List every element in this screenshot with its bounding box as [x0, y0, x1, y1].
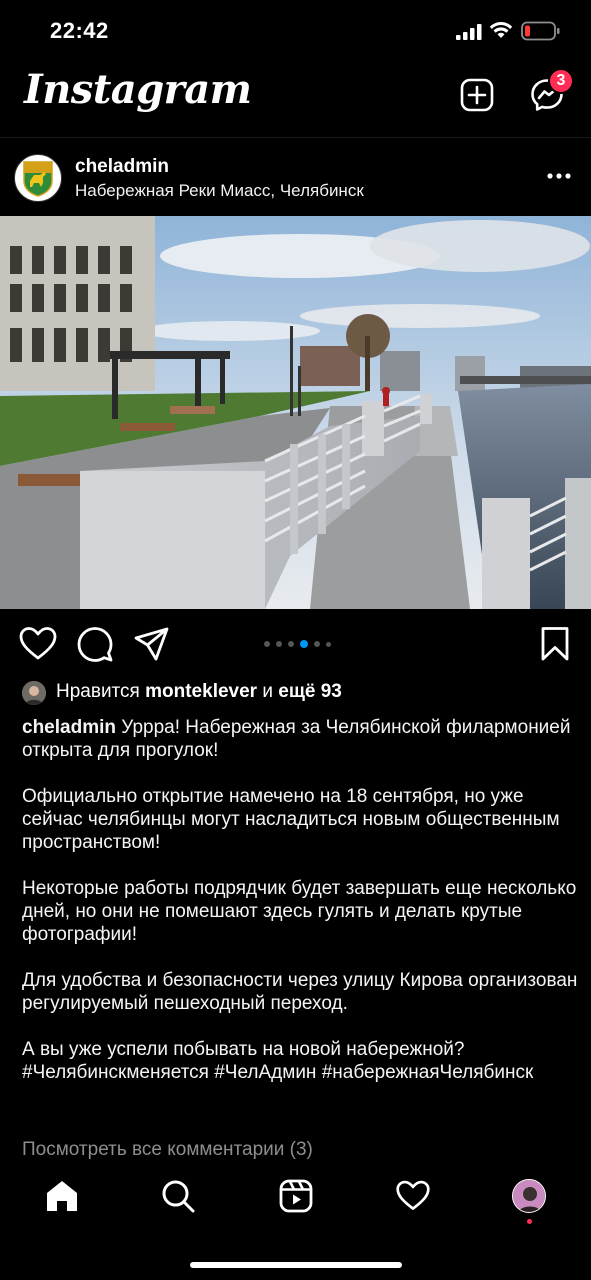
carousel-indicator	[264, 640, 331, 648]
header-divider	[0, 137, 591, 138]
profile-notification-dot	[527, 1219, 532, 1224]
nav-profile-avatar[interactable]	[512, 1179, 546, 1213]
share-button[interactable]	[132, 624, 172, 664]
send-icon	[134, 627, 169, 661]
post-photo[interactable]	[0, 216, 591, 609]
nav-activity[interactable]	[393, 1176, 433, 1216]
nav-search[interactable]	[158, 1176, 198, 1216]
likes-summary[interactable]: Нравится monteklever и ещё 93	[56, 681, 342, 703]
post-author-avatar[interactable]	[14, 154, 62, 202]
comment-button[interactable]	[75, 624, 115, 664]
embankment-photo-illustration	[0, 216, 591, 609]
caption-paragraph: Официально открытие намечено на 18 сентя…	[22, 786, 560, 853]
bookmark-icon	[541, 627, 569, 661]
liker-username[interactable]: monteklever	[145, 681, 257, 702]
carousel-dot	[276, 641, 282, 647]
status-bar: 22:42	[0, 0, 591, 60]
like-button[interactable]	[18, 624, 58, 664]
post-author-username[interactable]: cheladmin	[75, 156, 169, 178]
nav-home[interactable]	[42, 1176, 82, 1216]
save-button[interactable]	[535, 624, 575, 664]
carousel-dot-active	[300, 640, 308, 648]
view-all-comments-link[interactable]: Посмотреть все комментарии (3)	[22, 1139, 313, 1161]
activity-heart-icon	[396, 1180, 430, 1210]
post-location[interactable]: Набережная Реки Миасс, Челябинск	[75, 181, 364, 201]
home-indicator	[190, 1262, 402, 1268]
carousel-dot	[288, 641, 294, 647]
post-caption: cheladmin Урррa! Набережная за Челябинск…	[22, 716, 578, 1107]
likes-prefix: Нравится	[56, 681, 140, 702]
caption-paragraph: Для удобства и безопасности через улицу …	[22, 970, 578, 1014]
liker-avatar[interactable]	[22, 681, 46, 705]
coat-of-arms-icon	[23, 161, 53, 197]
carousel-dot	[314, 641, 320, 647]
cellular-signal-icon	[456, 24, 482, 40]
messages-badge: 3	[548, 68, 574, 94]
carousel-dot	[264, 641, 270, 647]
new-post-icon	[460, 78, 494, 112]
caption-paragraph: cheladmin Урррa! Набережная за Челябинск…	[22, 716, 578, 762]
wifi-icon	[489, 22, 513, 38]
more-options-icon[interactable]	[546, 170, 572, 182]
person-photo-icon	[22, 681, 46, 705]
status-time: 22:42	[50, 18, 109, 43]
likes-conjunction: и	[262, 681, 273, 702]
reels-icon	[279, 1179, 313, 1213]
search-icon	[162, 1180, 195, 1213]
likes-others[interactable]: ещё 93	[278, 681, 342, 702]
heart-icon	[19, 627, 57, 660]
nav-reels[interactable]	[276, 1176, 316, 1216]
new-post-button[interactable]	[458, 76, 496, 114]
carousel-dot	[326, 641, 331, 647]
instagram-logo: Instagram	[24, 66, 252, 113]
comment-icon	[77, 627, 113, 662]
caption-paragraph: Некоторые работы подрядчик будет заверша…	[22, 878, 577, 945]
caption-username[interactable]: cheladmin	[22, 717, 116, 738]
battery-low-icon	[521, 21, 560, 41]
home-icon	[47, 1181, 77, 1211]
caption-paragraph: А вы уже успели побывать на новой набере…	[22, 1039, 534, 1083]
